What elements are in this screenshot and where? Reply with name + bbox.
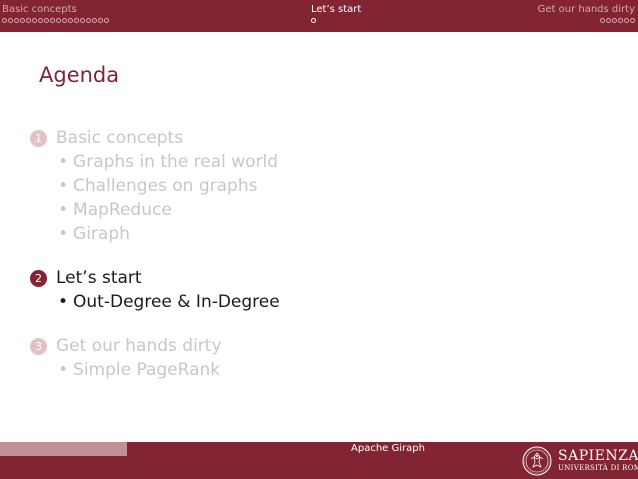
section-title: Let’s start	[56, 268, 142, 288]
agenda-section-head[interactable]: 2 Let’s start	[30, 266, 590, 290]
subsection-item[interactable]: • Out-Degree & In-Degree	[58, 290, 590, 314]
agenda-section-2: 2 Let’s start • Out-Degree & In-Degree	[30, 266, 590, 314]
slide-dot[interactable]	[80, 18, 85, 23]
nav-section-lets-start[interactable]: Let’s start	[311, 4, 361, 23]
slide-dot[interactable]	[104, 18, 109, 23]
bullet-icon: •	[58, 292, 69, 312]
subsection-label: Out-Degree & In-Degree	[73, 292, 280, 312]
slide-dot[interactable]	[68, 18, 73, 23]
slide-title: Agenda	[39, 63, 120, 87]
nav-section-label[interactable]: Basic concepts	[2, 4, 109, 16]
slide-dot[interactable]	[8, 18, 13, 23]
footer-dark-block-left	[0, 456, 127, 479]
subsection-label: Giraph	[73, 224, 130, 244]
logo-sub-text: UNIVERSITÀ DI ROMA	[558, 463, 638, 472]
agenda-section-3: 3 Get our hands dirty • Simple PageRank	[30, 334, 590, 382]
bullet-icon: •	[58, 176, 69, 196]
top-navigation-bar: Basic concepts Let’s start Get our hands…	[0, 0, 638, 32]
bullet-icon: •	[58, 200, 69, 220]
slide-dot[interactable]	[624, 18, 629, 23]
section-number-badge: 3	[30, 337, 47, 355]
nav-slide-dots	[538, 18, 635, 23]
subsection-label: Simple PageRank	[73, 360, 221, 380]
nav-section-basic-concepts[interactable]: Basic concepts	[2, 4, 109, 23]
subsection-list: • Out-Degree & In-Degree	[58, 290, 590, 314]
logo-wordmark: SAPIENZA UNIVERSITÀ DI ROMA	[558, 447, 638, 473]
bullet-icon: •	[58, 360, 69, 380]
nav-slide-dots	[311, 18, 361, 23]
section-title: Basic concepts	[56, 128, 184, 148]
slide-dot[interactable]	[14, 18, 19, 23]
seal-icon	[522, 446, 552, 475]
nav-section-label[interactable]: Let’s start	[311, 4, 361, 16]
section-number-badge: 2	[30, 269, 47, 287]
section-number-badge: 1	[30, 129, 47, 147]
slide-dot[interactable]	[26, 18, 31, 23]
subsection-label: Challenges on graphs	[73, 176, 258, 196]
slide-dot[interactable]	[50, 18, 55, 23]
slide-dot[interactable]	[2, 18, 7, 23]
slide-dot[interactable]	[618, 18, 623, 23]
slide-dot[interactable]	[20, 18, 25, 23]
slide-dot[interactable]	[92, 18, 97, 23]
slide-dot[interactable]	[44, 18, 49, 23]
subsection-item[interactable]: • Giraph	[58, 222, 590, 246]
slide-dot[interactable]	[38, 18, 43, 23]
section-title: Get our hands dirty	[56, 336, 222, 356]
footer-bar: Apache Giraph SAPIENZA UNIVERSITÀ DI ROM…	[0, 442, 638, 479]
slide-dot[interactable]	[74, 18, 79, 23]
footer-light-block	[0, 442, 127, 456]
logo-main-text: SAPIENZA	[558, 447, 638, 464]
subsection-item[interactable]: • Challenges on graphs	[58, 174, 590, 198]
slide-dot[interactable]	[98, 18, 103, 23]
bullet-icon: •	[58, 152, 69, 172]
subsection-list: • Graphs in the real world • Challenges on…	[58, 150, 590, 246]
subsection-label: Graphs in the real world	[73, 152, 279, 172]
slide-dot[interactable]	[32, 18, 37, 23]
slide-dot[interactable]	[311, 18, 316, 23]
nav-slide-dots	[2, 18, 109, 23]
agenda-list: 1 Basic concepts • Graphs in the real wor…	[30, 126, 590, 402]
slide-dot[interactable]	[630, 18, 635, 23]
nav-section-label[interactable]: Get our hands dirty	[538, 4, 635, 16]
agenda-section-head[interactable]: 1 Basic concepts	[30, 126, 590, 150]
agenda-section-1: 1 Basic concepts • Graphs in the real wor…	[30, 126, 590, 246]
slide-dot[interactable]	[600, 18, 605, 23]
university-logo: SAPIENZA UNIVERSITÀ DI ROMA	[522, 444, 638, 477]
agenda-section-head[interactable]: 3 Get our hands dirty	[30, 334, 590, 358]
subsection-item[interactable]: • MapReduce	[58, 198, 590, 222]
bullet-icon: •	[58, 224, 69, 244]
slide-dot[interactable]	[56, 18, 61, 23]
subsection-item[interactable]: • Simple PageRank	[58, 358, 590, 382]
nav-section-get-our-hands-dirty[interactable]: Get our hands dirty	[538, 4, 635, 23]
subsection-label: MapReduce	[73, 200, 172, 220]
subsection-list: • Simple PageRank	[58, 358, 590, 382]
slide-dot[interactable]	[612, 18, 617, 23]
footer-title: Apache Giraph	[351, 443, 425, 454]
slide-dot[interactable]	[86, 18, 91, 23]
subsection-item[interactable]: • Graphs in the real world	[58, 150, 590, 174]
slide-dot[interactable]	[606, 18, 611, 23]
slide-dot[interactable]	[62, 18, 67, 23]
